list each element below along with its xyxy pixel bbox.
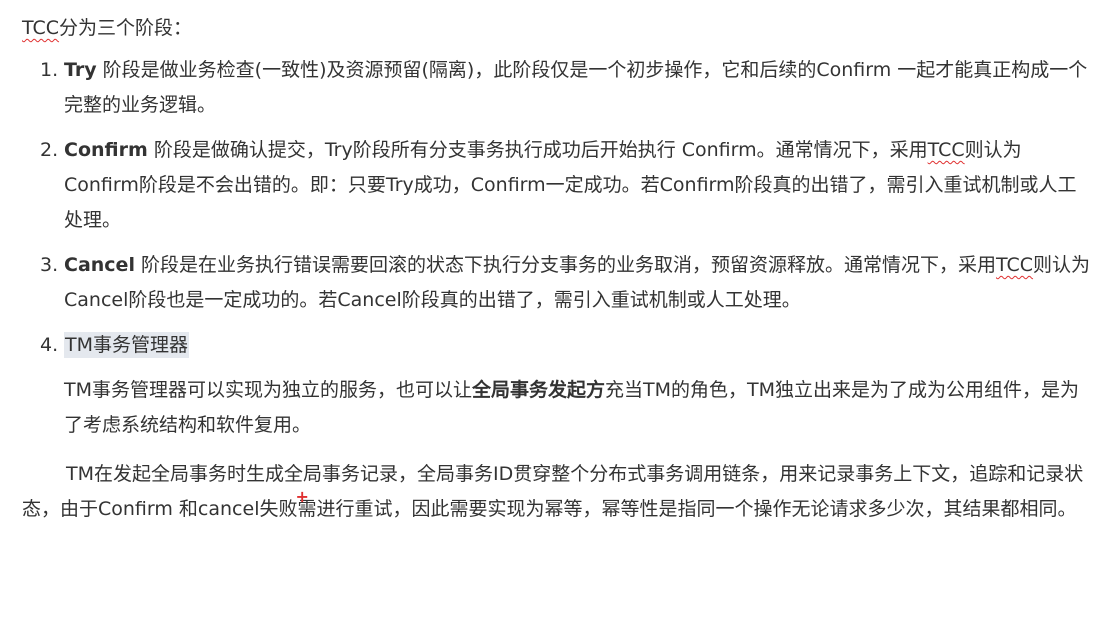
item-text: 阶段是做业务检查(一致性)及资源预留(隔离)，此阶段仅是一个初步操作，它和后续的… <box>64 59 1088 116</box>
term-cancel: Cancel <box>64 254 135 276</box>
item-text: 阶段是做确认提交，Try阶段所有分支事务执行成功后开始执行 Confirm。通常… <box>147 139 928 161</box>
term-try: Try <box>64 59 97 81</box>
paragraph-text: 失败需进行重试，因此需要实现为幂等，幂等性是指同一个操作无论请求多少次，其结果都… <box>259 498 1077 520</box>
list-number: 1. <box>40 59 59 81</box>
item-text: 阶段是在业务执行错误需要回滚的状态下执行分支事务的业务取消，预留资源释放。通常情… <box>134 254 996 276</box>
list-item-try: 1. Try 阶段是做业务检查(一致性)及资源预留(隔离)，此阶段仅是一个初步操… <box>22 53 1092 123</box>
intro-tcc: TCC <box>22 17 60 39</box>
term-confirm: Confirm <box>64 139 148 161</box>
document-body: TCC分为三个阶段： 1. Try 阶段是做业务检查(一致性)及资源预留(隔离)… <box>22 11 1092 546</box>
final-paragraph: TM在发起全局事务时生成全局事务记录，全局事务ID贯穿整个分布式事务调用链条，用… <box>22 457 1092 527</box>
phase-list: 1. Try 阶段是做业务检查(一致性)及资源预留(隔离)，此阶段仅是一个初步操… <box>22 53 1092 443</box>
bold-phrase: 全局事务发起方 <box>472 379 606 401</box>
list-item-tm: 4. TM事务管理器 TM事务管理器可以实现为独立的服务，也可以让全局事务发起方… <box>22 328 1092 443</box>
tcc-word: TCC <box>927 139 965 161</box>
tm-heading: TM事务管理器 <box>64 332 189 358</box>
tcc-word: TCC <box>996 254 1034 276</box>
cursor-glyph: + <box>295 487 309 506</box>
intro-line: TCC分为三个阶段： <box>22 11 1092 46</box>
list-number: 4. <box>40 334 59 356</box>
list-number: 2. <box>40 139 59 161</box>
list-item-cancel: 3. Cancel 阶段是在业务执行错误需要回滚的状态下执行分支事务的业务取消，… <box>22 248 1092 318</box>
list-item-confirm: 2. Confirm 阶段是做确认提交，Try阶段所有分支事务执行成功后开始执行… <box>22 133 1092 238</box>
tm-description: TM事务管理器可以实现为独立的服务，也可以让全局事务发起方充当TM的角色，TM独… <box>64 373 1084 443</box>
list-number: 3. <box>40 254 59 276</box>
item-text: TM事务管理器可以实现为独立的服务，也可以让 <box>64 379 473 401</box>
intro-text: 分为三个阶段： <box>59 17 193 39</box>
